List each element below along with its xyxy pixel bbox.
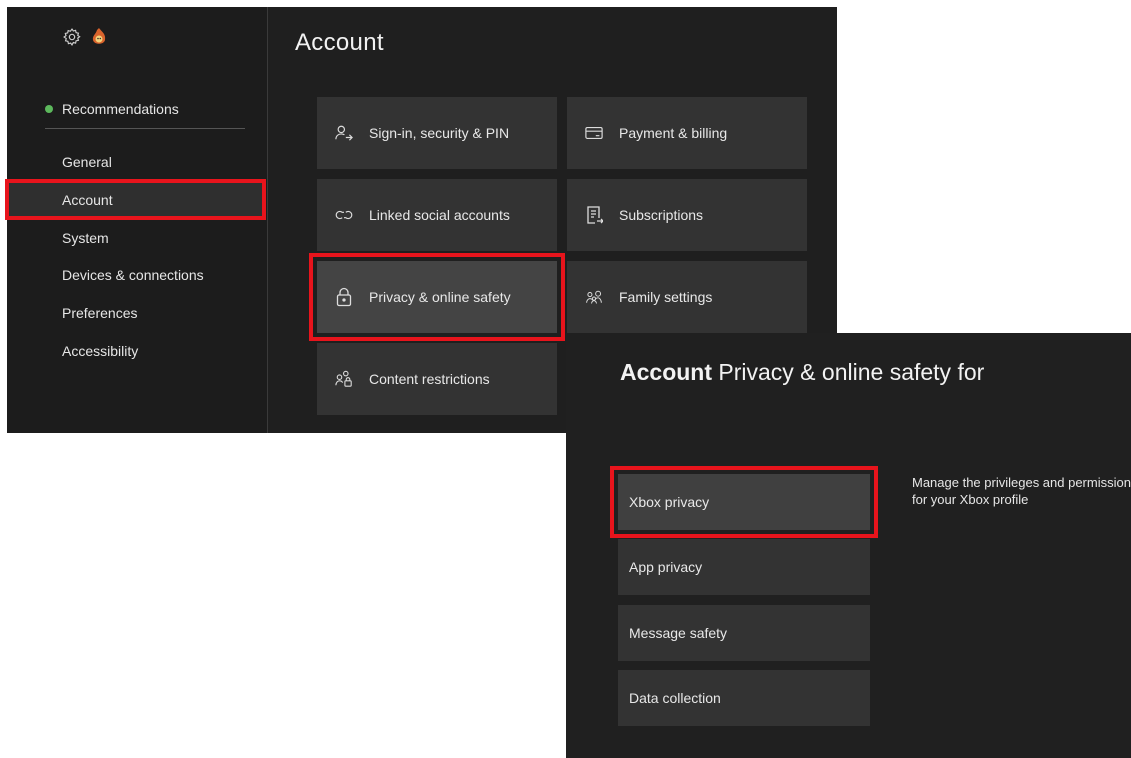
sidebar-divider [45, 128, 245, 129]
tile-family-settings[interactable]: Family settings [567, 261, 807, 333]
content-restrictions-icon [335, 370, 353, 388]
tile-label: Family settings [619, 289, 713, 305]
sidebar-item-general[interactable]: General [62, 154, 112, 170]
sidebar-item-preferences[interactable]: Preferences [62, 305, 137, 321]
title-rest: Privacy & online safety for [718, 359, 985, 385]
option-label: Data collection [629, 690, 721, 706]
tile-linked-social-accounts[interactable]: Linked social accounts [317, 179, 557, 251]
option-xbox-privacy[interactable]: Xbox privacy [610, 466, 878, 538]
avatar[interactable] [90, 27, 108, 47]
option-label: App privacy [629, 559, 703, 575]
tile-label: Privacy & online safety [369, 289, 511, 305]
tile-sign-in-security-pin[interactable]: Sign-in, security & PIN [317, 97, 557, 169]
page-title: Account [295, 29, 384, 56]
sidebar-selection-highlight [5, 179, 266, 220]
sidebar-top-icons [62, 27, 108, 47]
tile-label: Sign-in, security & PIN [369, 125, 510, 141]
option-label: Xbox privacy [629, 494, 710, 510]
sidebar: Recommendations General Account System D… [5, 7, 267, 433]
tile-label: Content restrictions [369, 371, 490, 387]
link-icon [335, 206, 353, 224]
subscriptions-icon [585, 206, 603, 224]
option-description: Manage the privileges and permissions fo… [912, 475, 1131, 507]
tile-content-restrictions[interactable]: Content restrictions [317, 343, 557, 415]
page-title: Account Privacy & online safety for [620, 359, 984, 386]
credit-card-icon [585, 124, 603, 142]
option-data-collection[interactable]: Data collection [618, 670, 870, 726]
sidebar-divider-vertical [267, 7, 268, 433]
option-app-privacy[interactable]: App privacy [618, 539, 870, 595]
gear-icon[interactable] [62, 27, 82, 47]
person-arrow-icon [335, 124, 353, 142]
tile-label: Payment & billing [619, 125, 728, 141]
recommendations-item[interactable]: Recommendations [45, 101, 179, 117]
status-dot-icon [45, 105, 53, 113]
recommendations-label: Recommendations [62, 101, 179, 117]
sidebar-item-account[interactable]: Account [62, 192, 113, 208]
sidebar-item-accessibility[interactable]: Accessibility [62, 343, 138, 359]
sidebar-item-devices-connections[interactable]: Devices & connections [62, 267, 204, 283]
tile-privacy-online-safety[interactable]: Privacy & online safety [309, 253, 565, 341]
title-bold: Account [620, 359, 712, 385]
option-label: Message safety [629, 625, 728, 641]
family-icon [585, 288, 603, 306]
tile-label: Subscriptions [619, 207, 704, 223]
sidebar-item-system[interactable]: System [62, 230, 109, 246]
privacy-online-safety-panel: Account Privacy & online safety for Xbox… [566, 333, 1131, 758]
tile-label: Linked social accounts [369, 207, 510, 223]
tile-subscriptions[interactable]: Subscriptions [567, 179, 807, 251]
tile-payment-billing[interactable]: Payment & billing [567, 97, 807, 169]
lock-icon [335, 287, 353, 307]
option-message-safety[interactable]: Message safety [618, 605, 870, 661]
